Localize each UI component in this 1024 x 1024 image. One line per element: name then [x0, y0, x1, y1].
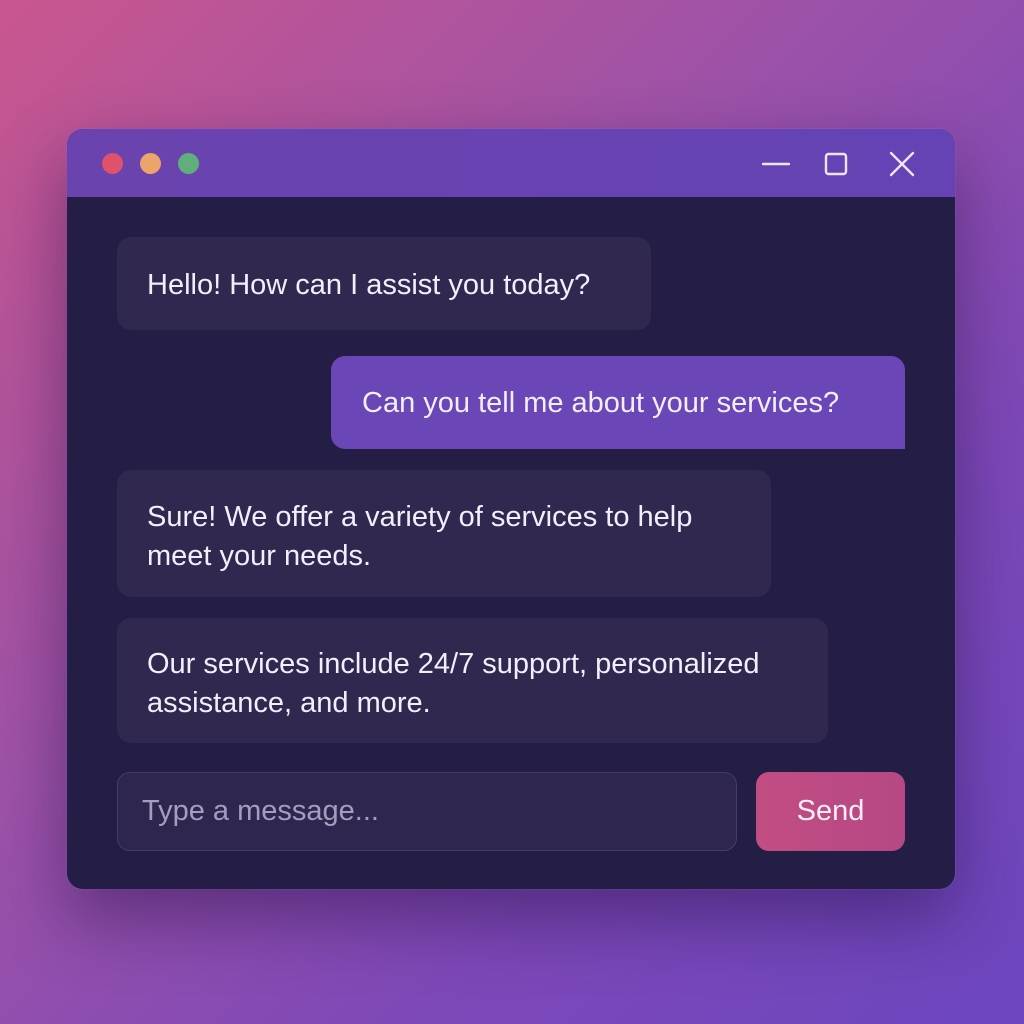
- send-button[interactable]: Send: [756, 772, 905, 851]
- bot-message: Sure! We offer a variety of services to …: [117, 470, 771, 597]
- bot-message: Our services include 24/7 support, perso…: [117, 618, 828, 743]
- user-message: Can you tell me about your services?: [331, 356, 905, 449]
- minimize-button[interactable]: [759, 147, 793, 181]
- close-traffic-light[interactable]: [102, 153, 123, 174]
- bot-message: Hello! How can I assist you today?: [117, 237, 651, 330]
- title-bar: [67, 129, 955, 197]
- chat-window: Hello! How can I assist you today? Can y…: [67, 129, 955, 889]
- message-input[interactable]: [117, 772, 737, 851]
- close-button[interactable]: [885, 147, 919, 181]
- minimize-icon: [761, 162, 791, 166]
- maximize-button[interactable]: [819, 147, 853, 181]
- minimize-traffic-light[interactable]: [140, 153, 161, 174]
- zoom-traffic-light[interactable]: [178, 153, 199, 174]
- close-icon: [889, 151, 915, 177]
- maximize-icon: [824, 152, 848, 176]
